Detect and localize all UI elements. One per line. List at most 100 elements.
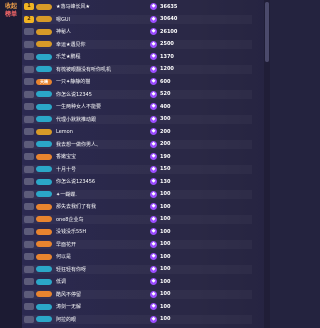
coin-icon: ◆ [150,178,157,185]
coin-icon: ◆ [150,215,157,223]
contribution-score: 150 [160,166,171,172]
rank-badge [24,65,34,73]
user-name[interactable]: 阿拉的眼 [56,316,150,323]
user-name[interactable]: 轻狂轻有你呀 [56,266,150,273]
user-name[interactable]: Lemon [56,129,150,135]
user-name[interactable]: 乐芝★鹏程 [56,53,150,60]
rank-badge [24,253,34,260]
leaderboard-row[interactable]: 一生两种女人不能要 ◆ 400 [22,102,252,111]
user-name[interactable]: 你怎么说123456 [56,178,150,185]
leaderboard-row[interactable]: 你怎么说12345 ◆ 520 [22,90,252,99]
rank-badge [24,40,34,48]
contribution-score: 100 [160,291,171,297]
user-name[interactable]: 没钱没乐55H [56,228,150,235]
user-name[interactable]: 香嫩宝宝 [56,153,150,160]
coin-icon: ◆ [150,290,157,298]
coin-icon: ◆ [150,165,157,173]
user-name[interactable]: 涛剑一无解 [56,303,150,310]
user-name[interactable]: ✦一蝴蝶. [56,191,150,198]
rank-badge [24,315,34,323]
contribution-score: 1370 [160,53,174,60]
level-badge [36,191,52,197]
user-name[interactable]: 早面花开 [56,241,150,248]
coin-icon: ◆ [150,53,157,60]
level-badge [36,316,52,322]
collapse-ranking-tab[interactable]: 收起 榜单 [2,3,20,19]
leaderboard-row[interactable]: 有梳被眼翻没有听你叽机 ◆ 1200 [22,65,252,74]
level-badge [36,28,52,35]
contribution-score: 100 [160,253,171,260]
user-name[interactable]: 酷风不停留 [56,291,150,298]
leaderboard-row[interactable]: 乐芝★鹏程 ◆ 1370 [22,52,252,61]
contribution-score: 100 [160,228,171,235]
leaderboard-row[interactable]: ✦一蝴蝶. ◆ 100 [22,190,252,199]
contribution-score: 100 [160,241,171,247]
leaderboard-row[interactable]: 十月十号 ◆ 150 [22,165,252,174]
level-badge [36,266,52,272]
contribution-score: 100 [160,316,171,322]
leaderboard-scrollbar[interactable] [264,0,270,328]
level-badge [36,91,52,97]
leaderboard-row[interactable]: 涛剑一无解 ◆ 100 [22,302,252,311]
leaderboard-row[interactable]: 香嫩宝宝 ◆ 190 [22,152,252,161]
contribution-score: 400 [160,103,171,110]
level-badge [36,228,52,235]
leaderboard-row[interactable]: 神秘人 ◆ 26100 [22,27,252,36]
scrollbar-thumb[interactable] [265,2,269,62]
level-badge [36,53,52,60]
user-name[interactable]: 我去想一做你男人、 [56,141,150,148]
leaderboard-row[interactable]: 没钱没乐55H ◆ 100 [22,227,252,236]
user-name[interactable]: 有梳被眼翻没有听你叽机 [56,66,150,73]
coin-icon: ◆ [150,65,157,73]
level-badge [36,66,52,72]
user-name[interactable]: 一生两种女人不能要 [56,103,150,110]
user-name[interactable]: 那失去我们了有我 [56,203,150,210]
contribution-score: 600 [160,78,171,85]
contribution-score: 300 [160,116,171,122]
contribution-score: 100 [160,266,171,272]
leaderboard-row[interactable]: 1 ★落马峰长风★ ◆ 36635 [22,2,252,11]
coin-icon: ◆ [150,140,157,148]
level-badge [36,153,52,160]
leaderboard-row[interactable]: 那失去我们了有我 ◆ 100 [22,202,252,211]
level-badge [36,41,52,47]
level-badge [36,178,52,185]
contribution-score: 100 [160,203,171,210]
rank-badge [24,240,34,248]
leaderboard-row[interactable]: Lemon ◆ 200 [22,127,252,136]
leaderboard-row[interactable]: 我去想一做你男人、 ◆ 200 [22,140,252,149]
leaderboard-row[interactable]: 早面花开 ◆ 100 [22,240,252,249]
leaderboard-row[interactable]: 幸运★遇见你 ◆ 2500 [22,40,252,49]
user-name[interactable]: 十月十号 [56,166,150,173]
leaderboard-row[interactable]: 天晴 一只✦静静的猫 ◆ 600 [22,77,252,86]
user-name[interactable]: 神秘人 [56,28,150,35]
user-name[interactable]: 代理小默默推动跟 [56,116,150,123]
user-name[interactable]: 低调 [56,278,150,285]
coin-icon: ◆ [150,153,157,160]
leaderboard-row[interactable]: 代理小默默推动跟 ◆ 300 [22,115,252,124]
leaderboard-row[interactable]: 你怎么说123456 ◆ 130 [22,177,252,186]
level-badge [36,116,52,122]
leaderboard-row[interactable]: 阿拉的眼 ◆ 100 [22,315,252,324]
user-name[interactable]: 幸运★遇见你 [56,41,150,48]
user-name[interactable]: 你怎么说12345 [56,91,150,98]
contribution-score: 100 [160,303,171,310]
coin-icon: ◆ [150,228,157,235]
level-badge [36,253,52,260]
contribution-score: 1200 [160,66,174,72]
rank-badge [24,190,34,198]
level-badge [36,128,52,135]
leaderboard-row[interactable]: 何以是 ◆ 100 [22,252,252,261]
leaderboard-row[interactable]: 低调 ◆ 100 [22,277,252,286]
level-badge [36,3,52,10]
user-name[interactable]: 一只✦静静的猫 [56,78,150,85]
leaderboard-row[interactable]: 2 嗯GUI ◆ 30640 [22,15,252,24]
user-name[interactable]: 嗯GUI [56,16,150,23]
user-name[interactable]: one8企业鸟 [56,216,150,223]
leaderboard-row[interactable]: one8企业鸟 ◆ 100 [22,215,252,224]
contribution-leaderboard: 1 ★落马峰长风★ ◆ 36635 2 嗯GUI ◆ 30640 神秘人 ◆ 26100 幸运★遇见你… [22,0,270,328]
user-name[interactable]: ★落马峰长风★ [56,3,150,10]
leaderboard-row[interactable]: 轻狂轻有你呀 ◆ 100 [22,265,252,274]
user-name[interactable]: 何以是 [56,253,150,260]
leaderboard-row[interactable]: 酷风不停留 ◆ 100 [22,290,252,299]
